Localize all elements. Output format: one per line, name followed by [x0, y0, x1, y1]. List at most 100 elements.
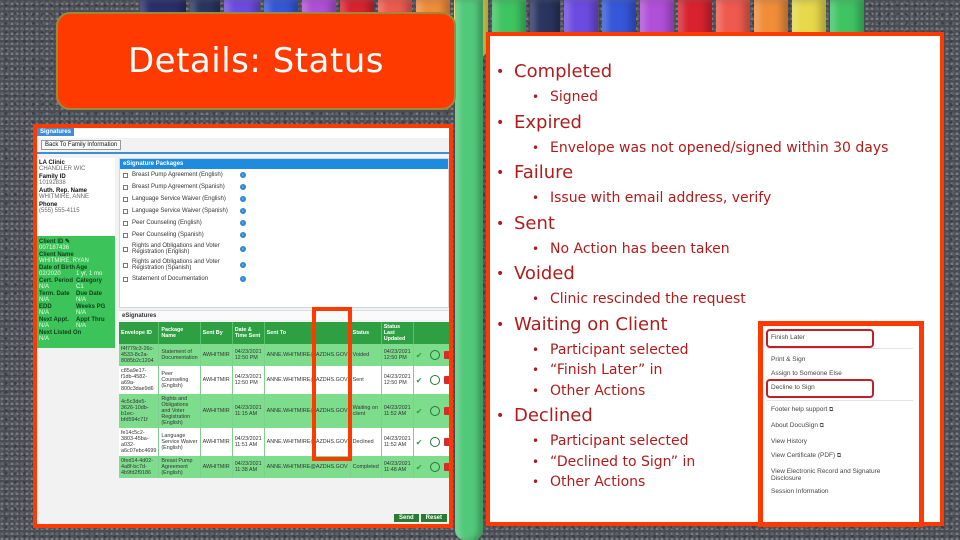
package-checkbox[interactable] [123, 262, 128, 268]
cell-status: Declined [350, 428, 382, 456]
client-field-row: Client ID ✎ 007187436 [39, 238, 113, 252]
menu-item[interactable]: Assign to Someone Else [771, 370, 842, 377]
cell-updated: 04/23/2021 11:48 AM [381, 456, 414, 478]
status-detail: Envelope was not opened/signed within 30… [490, 138, 888, 159]
cell-sent: 04/23/2021 11:51 AM [232, 428, 265, 456]
check-icon[interactable]: ✔ [416, 376, 426, 385]
client-field: Category C1 [76, 278, 113, 290]
table-row: fe14c5c2-3803-45ba-a032-a6c07ebc4699 Lang… [119, 428, 449, 456]
cell-updated: 04/23/2021 12:50 PM [381, 366, 414, 394]
package-checkbox[interactable] [123, 208, 128, 214]
status-name: Failure [490, 161, 888, 188]
info-value: (555) 555-4115 [39, 208, 80, 214]
menu-item[interactable]: View History [771, 438, 807, 445]
info-icon[interactable]: i [240, 232, 246, 238]
pdf-icon[interactable] [443, 438, 449, 446]
cell-package: Breast Pump Agreement (English) [158, 456, 201, 478]
menu-item[interactable]: Print & Sign [771, 356, 805, 363]
info-icon[interactable]: i [240, 172, 246, 178]
menu-item[interactable]: View Certificate (PDF) ⧉ [771, 452, 841, 460]
client-field-value: 02/2020 [39, 271, 61, 277]
send-button[interactable]: Send [393, 514, 419, 522]
cell-sent: 04/23/2021 12:50 PM [232, 366, 265, 394]
client-field: Due Date N/A [76, 291, 113, 303]
status-name: Voided [490, 262, 888, 289]
package-checkbox[interactable] [123, 184, 128, 190]
info-icon[interactable]: i [240, 262, 246, 268]
package-checkbox[interactable] [123, 246, 128, 252]
check-icon[interactable]: ✔ [416, 463, 426, 472]
package-checkbox[interactable] [123, 196, 128, 202]
status-name: Completed [490, 60, 888, 87]
menu-item[interactable]: Footer help support ⧉ [771, 406, 833, 414]
check-icon[interactable]: ✔ [416, 351, 426, 360]
column-header: Sent By [200, 322, 233, 344]
pdf-icon[interactable] [443, 407, 449, 415]
client-field: EDD N/A [39, 304, 76, 316]
resend-envelope-icon[interactable] [429, 462, 440, 472]
package-name: Rights and Obligations and Voter Registr… [132, 259, 220, 271]
package-name: Peer Counseling (Spanish) [132, 232, 204, 238]
cell-sent-by: AWHITMIR [200, 344, 233, 366]
client-field-row: Next Listed On N/A [39, 330, 113, 343]
family-info-panel: LA Clinic CHANDLER WIC Family ID 10192838 Au… [37, 158, 115, 236]
package-checkbox[interactable] [123, 172, 128, 178]
info-icon[interactable]: i [240, 196, 246, 202]
pdf-icon[interactable] [443, 351, 449, 359]
client-field-value: N/A [39, 310, 50, 316]
package-item: Rights and Obligations and Voter Registr… [120, 241, 448, 257]
resend-envelope-icon[interactable] [429, 406, 440, 416]
cell-updated: 04/23/2021 11:52 AM [381, 428, 414, 456]
package-item: Statement of Documentation i [120, 273, 448, 285]
check-icon[interactable]: ✔ [416, 407, 426, 416]
resend-envelope-icon[interactable] [429, 350, 440, 360]
client-field-value: 1 yr, 1 mo [76, 271, 103, 277]
signatures-tab[interactable]: Signatures [37, 128, 75, 136]
client-field: Date of Birth 02/2020 [39, 265, 76, 277]
client-field-value: N/A [39, 323, 50, 329]
package-checkbox[interactable] [123, 220, 128, 226]
menu-item[interactable]: Session Information [771, 488, 828, 495]
cell-package: Rights and Obligations and Voter Registr… [158, 394, 201, 428]
package-name: Rights and Obligations and Voter Registr… [132, 243, 220, 255]
info-icon[interactable]: i [240, 276, 246, 282]
cell-envelope: f4f779c3-26c-4533-8c2a-8085b2c1204 [119, 344, 160, 366]
client-field: Term. Date N/A [39, 291, 76, 303]
client-field-value: C1 [76, 284, 84, 290]
package-name: Breast Pump Agreement (Spanish) [132, 184, 225, 190]
cell-status: Sent [350, 366, 382, 394]
column-header: Envelope ID [119, 322, 160, 344]
green-pen [455, 0, 483, 540]
resend-envelope-icon[interactable] [429, 437, 440, 447]
package-checkbox[interactable] [123, 276, 128, 282]
package-item: Breast Pump Agreement (English) i [120, 169, 448, 181]
client-field: Weeks PG N/A [76, 304, 113, 316]
package-name: Breast Pump Agreement (English) [132, 172, 223, 178]
check-icon[interactable]: ✔ [416, 438, 426, 447]
reset-button[interactable]: Reset [420, 514, 447, 522]
cell-package: Statement of Documentation [158, 344, 201, 366]
cell-sent: 04/23/2021 11:15 AM [232, 394, 265, 428]
package-item: Language Service Waiver (English) i [120, 193, 448, 205]
package-checkbox[interactable] [123, 232, 128, 238]
resend-envelope-icon[interactable] [429, 375, 440, 385]
info-icon[interactable]: i [240, 208, 246, 214]
menu-item[interactable]: About DocuSign ⧉ [771, 422, 824, 430]
client-field: Appt Thru N/A [76, 317, 113, 329]
column-header: Status Last Updated [381, 322, 414, 344]
package-name: Language Service Waiver (English) [132, 196, 226, 202]
info-icon[interactable]: i [240, 184, 246, 190]
packages-header: eSignature Packages [120, 159, 448, 169]
status-detail: No Action has been taken [490, 239, 888, 260]
package-item: Language Service Waiver (Spanish) i [120, 205, 448, 217]
info-icon[interactable]: i [240, 220, 246, 226]
cell-updated: 04/23/2021 11:52 AM [381, 394, 414, 428]
cell-envelope: fe14c5c2-3803-45ba-a032-a6c07ebc4699 [119, 428, 160, 456]
back-to-family-button[interactable]: Back To Family Information [41, 140, 122, 150]
menu-item[interactable]: View Electronic Record and Signature Dis… [771, 468, 901, 482]
external-link-icon: ⧉ [827, 407, 834, 413]
pdf-icon[interactable] [443, 376, 449, 384]
table-row: 0fed14-4d02-4a8f-bc7d-4b9fd2f9186 Breast … [119, 456, 449, 478]
pdf-icon[interactable] [443, 463, 449, 471]
info-icon[interactable]: i [240, 246, 246, 252]
